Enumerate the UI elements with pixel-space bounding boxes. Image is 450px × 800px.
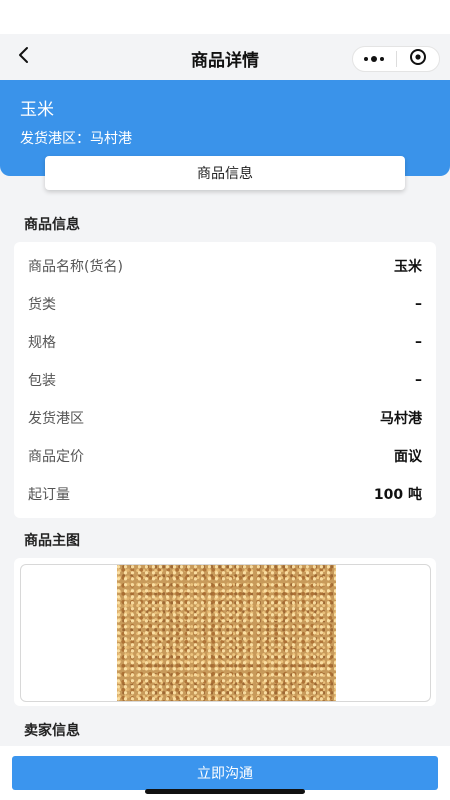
row-label: 规格 [28,335,56,351]
row-value: – [415,334,422,350]
image-section-title: 商品主图 [24,533,80,549]
info-row-category: 货类 – [28,293,422,315]
row-label: 货类 [28,297,56,313]
row-label: 起订量 [28,487,70,503]
row-value: 玉米 [394,259,422,275]
product-main-image[interactable] [117,565,336,701]
shipping-port-line: 发货港区：马村港 [20,131,132,147]
info-section-title: 商品信息 [24,217,80,233]
home-indicator [145,789,305,794]
info-row-port: 发货港区 马村港 [28,407,422,429]
target-close-icon [409,48,427,70]
row-label: 商品名称(货名) [28,259,123,275]
contact-now-button[interactable]: 立即沟通 [12,756,438,790]
status-bar [0,0,450,34]
info-row-name: 商品名称(货名) 玉米 [28,255,422,277]
more-dots-icon [364,56,385,62]
row-label: 包装 [28,373,56,389]
product-image-frame[interactable] [20,564,431,702]
row-label: 商品定价 [28,449,84,465]
product-info-card: 商品名称(货名) 玉米 货类 – 规格 – 包装 – 发货港区 马村港 商品定价… [14,242,436,518]
row-value: 100 吨 [373,487,422,503]
seller-section-title: 卖家信息 [24,723,80,739]
row-value: – [415,372,422,388]
info-row-packaging: 包装 – [28,369,422,391]
more-button[interactable] [353,46,396,72]
info-row-spec: 规格 – [28,331,422,353]
tab-product-info[interactable]: 商品信息 [45,156,405,190]
close-miniprogram-button[interactable] [396,46,439,72]
product-name-heading: 玉米 [20,100,54,120]
row-value: 面议 [394,449,422,465]
info-row-price: 商品定价 面议 [28,445,422,467]
product-image-card [14,558,436,706]
info-row-min-order: 起订量 100 吨 [28,483,422,505]
row-value: 马村港 [380,411,422,427]
row-label: 发货港区 [28,411,84,427]
mini-program-capsule [352,46,440,72]
row-value: – [415,296,422,312]
nav-bar: 商品详情 [0,34,450,80]
